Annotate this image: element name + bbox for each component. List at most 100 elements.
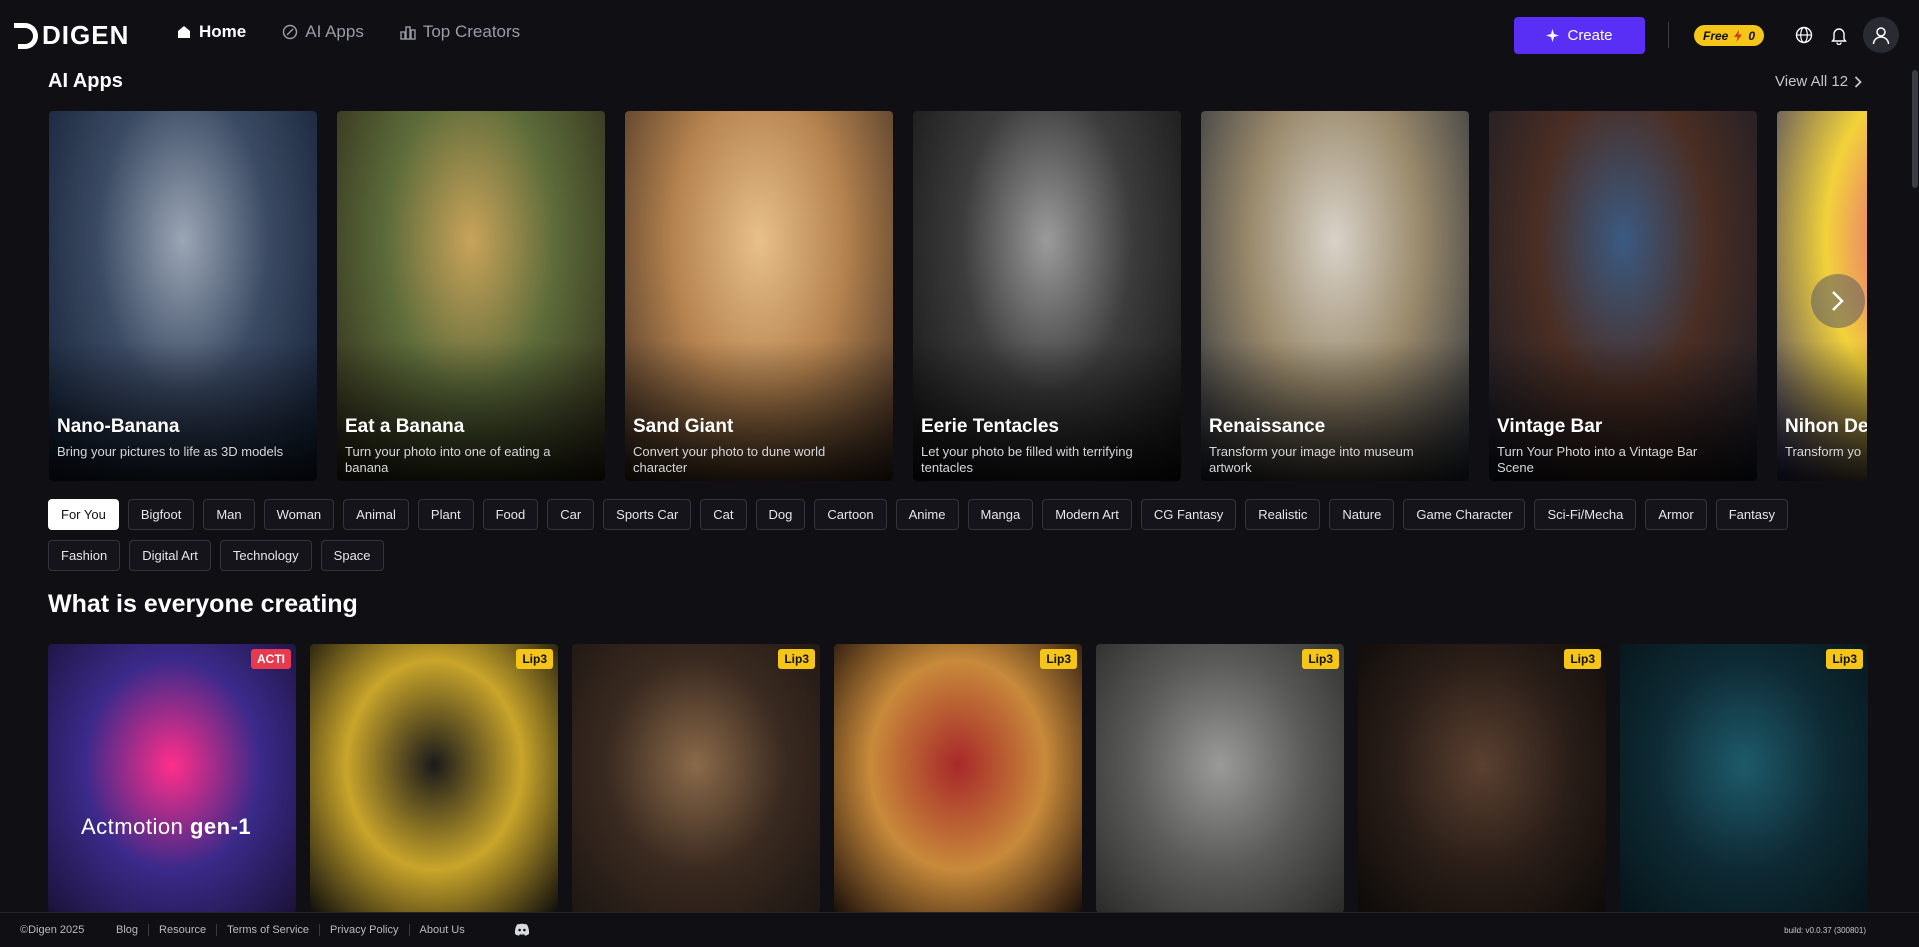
view-all-label: View All 12: [1775, 73, 1849, 90]
model-badge: Lip3: [1826, 649, 1863, 669]
discord-icon[interactable]: [514, 923, 530, 936]
tag-food[interactable]: Food: [482, 499, 539, 530]
tag-modern-art[interactable]: Modern Art: [1042, 499, 1132, 530]
model-badge: Lip3: [778, 649, 815, 669]
create-button[interactable]: Create: [1514, 17, 1645, 54]
tag-sci-fi-mecha[interactable]: Sci-Fi/Mecha: [1534, 499, 1637, 530]
app-card-desc: Transform your image into museum artwork: [1209, 444, 1414, 475]
creation-overlay-text: Actmotion gen-1: [81, 814, 251, 840]
chevron-right-icon: [1832, 291, 1844, 311]
logo-mark-icon: [14, 22, 38, 49]
creation-card[interactable]: ACTI Actmotion gen-1: [48, 644, 296, 913]
app-card-shade: [49, 341, 317, 481]
view-all-apps-link[interactable]: View All 12: [1775, 73, 1862, 90]
tag-plant[interactable]: Plant: [417, 499, 474, 530]
creations-grid: ACTI Actmotion gen-1 Lip3 Lip3 Lip3 Lip3 Lip3 L…: [48, 644, 1868, 913]
footer-link-blog[interactable]: Blog: [116, 924, 148, 936]
creation-card[interactable]: Lip3: [310, 644, 558, 913]
nav-ai-apps[interactable]: AI Apps: [282, 22, 364, 42]
nav-home-label: Home: [199, 22, 247, 41]
creation-card[interactable]: Lip3: [1358, 644, 1606, 913]
creation-thumbnail: [48, 644, 296, 913]
app-card-name: Renaissance: [1209, 416, 1326, 437]
app-card[interactable]: Vintage Bar Turn Your Photo into a Vintag…: [1489, 111, 1757, 481]
chevron-right-icon: [1854, 75, 1862, 88]
tag-bigfoot[interactable]: Bigfoot: [127, 499, 195, 530]
tag-realistic[interactable]: Realistic: [1245, 499, 1321, 530]
model-badge: ACTI: [251, 649, 291, 669]
tag-cat[interactable]: Cat: [700, 499, 747, 530]
tag-anime[interactable]: Anime: [895, 499, 959, 530]
tag-man[interactable]: Man: [203, 499, 255, 530]
credits-badge[interactable]: Free 0: [1694, 25, 1765, 46]
tag-armor[interactable]: Armor: [1645, 499, 1707, 530]
nav-top-creators[interactable]: Top Creators: [400, 22, 520, 42]
footer-link-resource[interactable]: Resource: [148, 924, 216, 936]
header-divider: [1668, 22, 1669, 48]
tag-manga[interactable]: Manga: [967, 499, 1034, 530]
top-header: DIGEN Home AI Apps Top Creators Create F…: [0, 0, 1919, 70]
tag-space[interactable]: Space: [320, 540, 384, 571]
tag-game-character[interactable]: Game Character: [1403, 499, 1526, 530]
notifications-button[interactable]: [1827, 23, 1851, 47]
build-version: build: v0.0.37 (300801): [1784, 925, 1866, 935]
tag-digital-art[interactable]: Digital Art: [129, 540, 211, 571]
tag-cartoon[interactable]: Cartoon: [814, 499, 887, 530]
tag-dog[interactable]: Dog: [755, 499, 806, 530]
digen-logo[interactable]: DIGEN: [14, 20, 130, 51]
footer-link-terms[interactable]: Terms of Service: [216, 924, 319, 936]
app-card-name: Eat a Banana: [345, 416, 465, 437]
model-badge: Lip3: [1302, 649, 1339, 669]
tag-sports-car[interactable]: Sports Car: [603, 499, 692, 530]
app-card[interactable]: Nano-Banana Bring your pictures to life a…: [49, 111, 317, 481]
app-card-desc: Bring your pictures to life as 3D models: [57, 444, 284, 459]
creation-card[interactable]: Lip3: [572, 644, 820, 913]
app-card-desc: Transform yo: [1785, 444, 1862, 459]
tag-for-you[interactable]: For You: [48, 499, 119, 530]
logo-text: DIGEN: [42, 20, 130, 50]
footer-link-privacy[interactable]: Privacy Policy: [319, 924, 408, 936]
app-card-name: Eerie Tentacles: [921, 416, 1060, 437]
tag-technology[interactable]: Technology: [219, 540, 312, 571]
carousel-next-button[interactable]: [1811, 274, 1865, 328]
apps-icon: [282, 24, 298, 40]
app-card-name: Nihon Dev: [1785, 416, 1867, 437]
tag-car[interactable]: Car: [547, 499, 595, 530]
footer: ©Digen 2025 Blog Resource Terms of Servi…: [0, 912, 1919, 947]
app-card-name: Sand Giant: [633, 416, 734, 437]
page-scrollbar[interactable]: [1912, 70, 1918, 188]
app-card-desc: Convert your photo to dune world charact…: [633, 444, 826, 475]
footer-links: Blog Resource Terms of Service Privacy P…: [116, 924, 475, 936]
user-avatar-button[interactable]: [1863, 17, 1899, 53]
footer-link-about[interactable]: About Us: [408, 924, 475, 936]
credits-plan: Free: [1703, 28, 1729, 43]
tag-animal[interactable]: Animal: [343, 499, 409, 530]
nav-ai-apps-label: AI Apps: [305, 22, 364, 41]
nav-home[interactable]: Home: [176, 22, 246, 42]
tag-nature[interactable]: Nature: [1329, 499, 1395, 530]
model-badge: Lip3: [1564, 649, 1601, 669]
overlay-model: gen-1: [189, 814, 252, 839]
bolt-icon: [1734, 29, 1743, 42]
language-button[interactable]: [1792, 23, 1816, 47]
app-card[interactable]: Eat a Banana Turn your photo into one of …: [337, 111, 605, 481]
user-icon: [1872, 27, 1890, 45]
app-card-desc: Turn your photo into one of eating a ban…: [345, 444, 551, 475]
app-card-name: Nano-Banana: [57, 416, 180, 437]
tag-woman[interactable]: Woman: [263, 499, 335, 530]
model-badge: Lip3: [1040, 649, 1077, 669]
app-card-desc: Let your photo be filled with terrifying…: [921, 444, 1133, 475]
tag-fantasy[interactable]: Fantasy: [1715, 499, 1788, 530]
app-card[interactable]: Eerie Tentacles Let your photo be filled …: [913, 111, 1181, 481]
creation-card[interactable]: Lip3: [1620, 644, 1868, 913]
creation-card[interactable]: Lip3: [834, 644, 1082, 913]
app-card[interactable]: Renaissance Transform your image into mus…: [1201, 111, 1469, 481]
creation-thumbnail: [572, 644, 820, 913]
tag-fashion[interactable]: Fashion: [48, 540, 121, 571]
tag-cg-fantasy[interactable]: CG Fantasy: [1140, 499, 1237, 530]
app-card[interactable]: Sand Giant Convert your photo to dune wor…: [625, 111, 893, 481]
app-card-shade: [1777, 341, 1867, 481]
creation-card[interactable]: Lip3: [1096, 644, 1344, 913]
creation-thumbnail: [1620, 644, 1868, 913]
ai-apps-carousel: Nano-Banana Bring your pictures to life a…: [49, 111, 1867, 481]
